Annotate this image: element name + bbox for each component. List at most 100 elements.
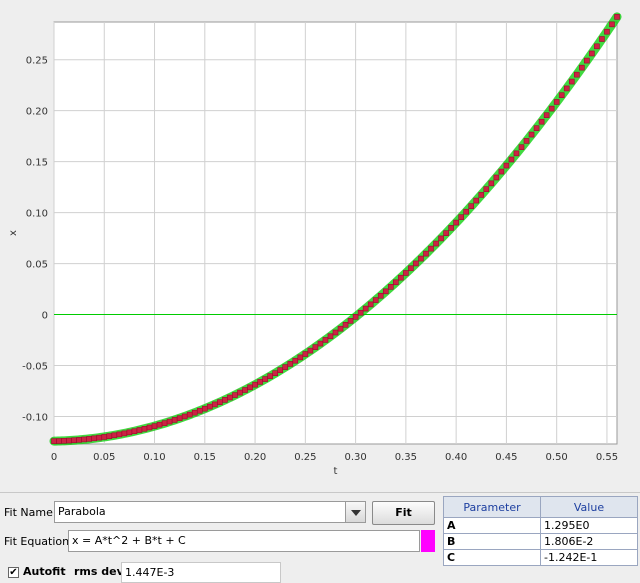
data-point[interactable] <box>398 274 404 281</box>
data-point[interactable] <box>71 437 77 444</box>
table-row[interactable]: A 1.295E0 <box>443 517 638 534</box>
data-point[interactable] <box>51 438 57 444</box>
data-point[interactable] <box>428 245 434 252</box>
data-point[interactable] <box>443 230 449 236</box>
data-point[interactable] <box>181 413 188 420</box>
value-header[interactable]: Value <box>540 496 638 518</box>
data-point[interactable] <box>176 415 183 422</box>
chevron-down-icon[interactable] <box>345 502 365 522</box>
data-point[interactable] <box>463 208 470 215</box>
data-point[interactable] <box>292 357 299 364</box>
data-point[interactable] <box>61 438 67 444</box>
data-plot[interactable]: 0 0.05 0.10 0.15 0.20 0.25 0.30 0.35 0.40 0.45 0.5… <box>0 0 640 482</box>
data-point[interactable] <box>111 432 118 439</box>
data-point[interactable] <box>101 434 108 440</box>
fit-builder-button[interactable]: Fit Builder <box>372 501 435 541</box>
data-point[interactable] <box>352 314 359 320</box>
data-point[interactable] <box>297 354 304 361</box>
data-point[interactable] <box>408 265 414 272</box>
data-point[interactable] <box>146 424 153 431</box>
data-point[interactable] <box>488 180 495 187</box>
data-point[interactable] <box>584 57 590 64</box>
data-point[interactable] <box>131 428 138 435</box>
data-point[interactable] <box>332 329 339 336</box>
data-point[interactable] <box>202 405 208 412</box>
data-point[interactable] <box>558 92 565 99</box>
data-point[interactable] <box>393 279 399 286</box>
table-row[interactable]: C -1.242E-1 <box>443 549 638 566</box>
data-point[interactable] <box>382 288 389 295</box>
data-point[interactable] <box>171 417 178 423</box>
data-point[interactable] <box>272 370 278 377</box>
data-point[interactable] <box>568 78 575 85</box>
data-point[interactable] <box>151 423 158 429</box>
data-point[interactable] <box>594 43 600 50</box>
param-value-b[interactable]: 1.806E-2 <box>540 533 638 550</box>
data-point[interactable] <box>513 150 520 157</box>
data-point[interactable] <box>604 28 610 35</box>
data-point[interactable] <box>312 344 319 350</box>
data-point[interactable] <box>237 389 243 396</box>
data-point[interactable] <box>252 381 258 388</box>
data-point[interactable] <box>222 397 228 403</box>
data-point[interactable] <box>277 367 284 373</box>
data-point[interactable] <box>473 197 480 204</box>
param-value-a[interactable]: 1.295E0 <box>540 517 638 534</box>
data-point[interactable] <box>478 192 485 198</box>
data-point[interactable] <box>387 284 394 290</box>
data-point[interactable] <box>156 421 163 428</box>
data-point[interactable] <box>553 99 560 105</box>
data-point[interactable] <box>483 186 490 192</box>
data-point[interactable] <box>523 138 530 144</box>
data-point[interactable] <box>76 437 82 443</box>
data-point[interactable] <box>196 407 203 414</box>
data-point[interactable] <box>337 325 344 332</box>
table-row[interactable]: B 1.806E-2 <box>443 533 638 550</box>
data-point[interactable] <box>342 321 349 328</box>
data-point[interactable] <box>493 174 500 181</box>
data-point[interactable] <box>141 425 148 432</box>
data-point[interactable] <box>563 85 570 92</box>
data-point[interactable] <box>217 399 223 405</box>
data-point[interactable] <box>257 379 263 385</box>
data-point[interactable] <box>579 64 585 71</box>
data-point[interactable] <box>458 214 464 220</box>
plot-panel[interactable]: 0 0.05 0.10 0.15 0.20 0.25 0.30 0.35 0.40 0.45 0.5… <box>0 0 640 482</box>
data-point[interactable] <box>403 270 409 276</box>
data-point[interactable] <box>282 364 289 370</box>
data-point[interactable] <box>609 21 615 28</box>
data-point[interactable] <box>262 376 268 382</box>
data-point[interactable] <box>247 384 253 391</box>
fit-name-dropdown[interactable]: Parabola <box>54 501 366 523</box>
data-point[interactable] <box>433 240 439 247</box>
data-point[interactable] <box>242 387 248 393</box>
data-point[interactable] <box>136 427 143 433</box>
data-point[interactable] <box>191 409 198 416</box>
data-point[interactable] <box>212 401 218 408</box>
data-point[interactable] <box>116 431 123 438</box>
data-point[interactable] <box>307 347 314 354</box>
data-point[interactable] <box>448 225 454 231</box>
plot-area[interactable] <box>53 21 618 445</box>
data-point[interactable] <box>227 394 233 401</box>
data-point[interactable] <box>538 118 545 125</box>
data-point[interactable] <box>347 318 354 324</box>
data-point[interactable] <box>518 144 525 150</box>
autofit-checkbox[interactable]: ✔ <box>8 567 19 578</box>
data-point[interactable] <box>96 434 103 441</box>
data-point[interactable] <box>86 436 92 442</box>
data-point[interactable] <box>287 361 294 367</box>
data-point[interactable] <box>91 435 98 442</box>
data-point[interactable] <box>367 301 374 308</box>
fit-color-swatch[interactable] <box>421 530 435 552</box>
data-point[interactable] <box>503 162 510 169</box>
data-point[interactable] <box>589 50 595 57</box>
data-point[interactable] <box>468 203 475 209</box>
data-point[interactable] <box>528 131 535 138</box>
data-point[interactable] <box>543 112 550 118</box>
data-point[interactable] <box>438 235 444 242</box>
data-point[interactable] <box>372 297 379 303</box>
data-point[interactable] <box>423 250 429 257</box>
data-point[interactable] <box>126 429 133 436</box>
data-point[interactable] <box>377 292 384 299</box>
